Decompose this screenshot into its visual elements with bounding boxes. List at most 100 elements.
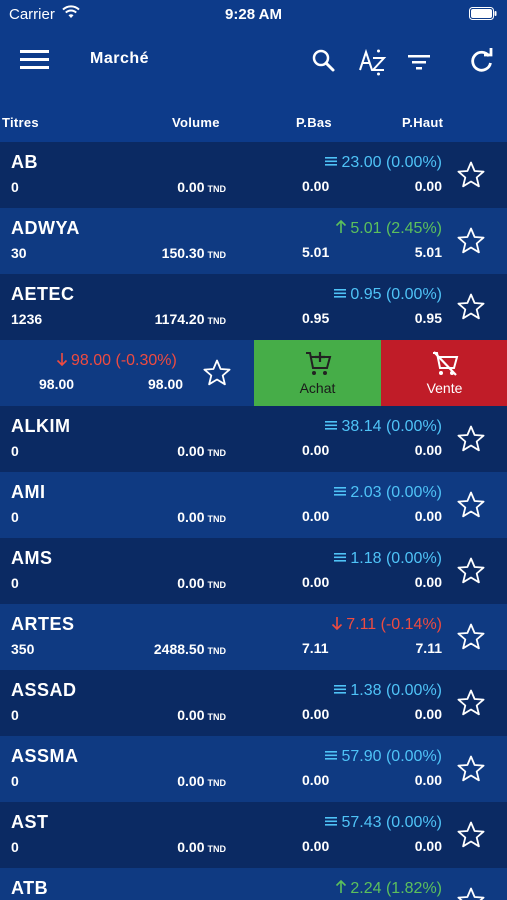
currency-unit: TND bbox=[207, 514, 227, 524]
hamburger-icon[interactable] bbox=[20, 48, 50, 72]
stock-volume: 0.00 TND bbox=[177, 773, 226, 789]
price-change: 2.24 (1.82%) bbox=[350, 880, 442, 897]
stock-row[interactable]: ALKIM 0 0.00 TND 38.14 (0.00%) 0.00 0.00 bbox=[0, 406, 507, 472]
price-high: 98.00 bbox=[148, 376, 184, 392]
stock-row[interactable]: ATB 2.24 (1.82%) bbox=[0, 868, 507, 900]
star-icon[interactable] bbox=[456, 556, 486, 586]
down-arrow-icon bbox=[56, 352, 71, 369]
currency-unit: TND bbox=[207, 646, 227, 656]
stock-row[interactable]: ARTES 350 2488.50 TND 7.11 (-0.14%) 7.11 7.11 bbox=[0, 604, 507, 670]
flat-trend-icon bbox=[333, 550, 350, 567]
volume-value: 1174.20 bbox=[154, 311, 205, 327]
price-low: 7.11 bbox=[302, 640, 329, 656]
price-high: 0.00 bbox=[414, 772, 442, 788]
star-icon[interactable] bbox=[456, 886, 486, 900]
stock-symbol: AMI bbox=[11, 482, 46, 502]
refresh-icon[interactable] bbox=[467, 46, 497, 76]
stock-symbol: AST bbox=[11, 812, 49, 832]
flat-trend-icon bbox=[324, 814, 341, 831]
column-pbas[interactable]: P.Bas bbox=[296, 115, 332, 130]
star-icon[interactable] bbox=[456, 622, 486, 652]
column-titres[interactable]: Titres bbox=[2, 115, 39, 130]
stock-volume: 2488.50 TND bbox=[154, 641, 226, 657]
currency-unit: TND bbox=[207, 712, 227, 722]
volume-value: 0.00 bbox=[177, 839, 205, 855]
stock-row[interactable]: AST 0 0.00 TND 57.43 (0.00%) 0.00 0.00 bbox=[0, 802, 507, 868]
currency-unit: TND bbox=[207, 778, 227, 788]
stock-price: 1.18 (0.00%) bbox=[333, 550, 442, 568]
star-icon[interactable] bbox=[456, 292, 486, 322]
filter-icon[interactable] bbox=[405, 46, 435, 76]
star-icon[interactable] bbox=[202, 358, 232, 388]
stock-quantity: 0 bbox=[11, 443, 19, 459]
stock-row[interactable]: AETEC 1236 1174.20 TND 0.95 (0.00%) 0.95 0.95 bbox=[0, 274, 507, 340]
price-low: 0.00 bbox=[302, 442, 330, 458]
column-phaut[interactable]: P.Haut bbox=[402, 115, 443, 130]
price-low: 98.00 bbox=[39, 376, 75, 392]
flat-trend-icon bbox=[333, 286, 350, 303]
price-low: 5.01 bbox=[302, 244, 330, 260]
stock-quantity: 0 bbox=[11, 839, 19, 855]
stock-row[interactable]: AMI 0 0.00 TND 2.03 (0.00%) 0.00 0.00 bbox=[0, 472, 507, 538]
price-change: 1.38 (0.00%) bbox=[350, 682, 442, 699]
stock-price: 2.03 (0.00%) bbox=[333, 484, 442, 502]
currency-unit: TND bbox=[207, 448, 227, 458]
price-change: 0.95 (0.00%) bbox=[350, 286, 442, 303]
price-low: 0.00 bbox=[302, 838, 330, 854]
stock-row[interactable]: ADWYA 30 150.30 TND 5.01 (2.45%) 5.01 5.01 bbox=[0, 208, 507, 274]
star-icon[interactable] bbox=[456, 820, 486, 850]
stock-row[interactable]: ASSMA 0 0.00 TND 57.90 (0.00%) 0.00 0.00 bbox=[0, 736, 507, 802]
sell-button[interactable]: Vente bbox=[381, 340, 507, 406]
stock-row[interactable]: ASSAD 0 0.00 TND 1.38 (0.00%) 0.00 0.00 bbox=[0, 670, 507, 736]
sort-az-icon[interactable] bbox=[358, 46, 388, 76]
stock-volume: 150.30 TND bbox=[162, 245, 226, 261]
star-icon[interactable] bbox=[456, 688, 486, 718]
sell-label: Vente bbox=[426, 380, 463, 396]
stock-price: 7.11 (-0.14%) bbox=[331, 616, 442, 634]
stock-price: 5.01 (2.45%) bbox=[335, 219, 442, 238]
stock-volume: 1174.20 TND bbox=[155, 311, 226, 327]
price-high: 0.00 bbox=[414, 838, 442, 854]
price-change: 5.01 (2.45%) bbox=[350, 220, 442, 237]
column-volume[interactable]: Volume bbox=[172, 115, 220, 130]
star-icon[interactable] bbox=[456, 754, 486, 784]
stock-volume: 0.00 TND bbox=[177, 509, 226, 525]
flat-trend-icon bbox=[324, 154, 341, 171]
buy-button[interactable]: Achat bbox=[254, 340, 381, 406]
star-icon[interactable] bbox=[456, 226, 486, 256]
price-change: 57.43 (0.00%) bbox=[341, 814, 442, 831]
price-change: 1.18 (0.00%) bbox=[350, 550, 442, 567]
stock-volume: 0.00 TND bbox=[177, 707, 226, 723]
price-high: 0.00 bbox=[414, 706, 442, 722]
flat-trend-icon bbox=[333, 682, 350, 699]
stock-price: 2.24 (1.82%) bbox=[335, 879, 442, 898]
stock-row[interactable]: AMS 0 0.00 TND 1.18 (0.00%) 0.00 0.00 bbox=[0, 538, 507, 604]
stock-list: AB 0 0.00 TND 23.00 (0.00%) 0.00 0.00 ADWYA 30 15… bbox=[0, 142, 507, 900]
search-icon[interactable] bbox=[308, 46, 338, 76]
stock-price: 38.14 (0.00%) bbox=[324, 418, 442, 436]
flat-trend-icon bbox=[324, 748, 341, 765]
price-change: 98.00 (-0.30%) bbox=[71, 352, 177, 369]
status-bar: Carrier 9:28 AM bbox=[0, 0, 507, 28]
volume-value: 0.00 bbox=[177, 443, 205, 459]
down-arrow-icon bbox=[331, 616, 346, 633]
buy-label: Achat bbox=[299, 380, 336, 396]
star-icon[interactable] bbox=[456, 490, 486, 520]
star-icon[interactable] bbox=[456, 160, 486, 190]
currency-unit: TND bbox=[207, 844, 227, 854]
stock-volume: 0.00 TND bbox=[177, 839, 226, 855]
stock-symbol: ASSMA bbox=[11, 746, 79, 766]
stock-symbol: ALKIM bbox=[11, 416, 71, 436]
star-icon[interactable] bbox=[456, 424, 486, 454]
stock-volume: 0.00 TND bbox=[177, 443, 226, 459]
stock-row[interactable]: 98.00 (-0.30%) 98.00 98.00 Achat Vente bbox=[0, 340, 507, 406]
stock-price: 98.00 (-0.30%) bbox=[56, 352, 177, 370]
price-low: 0.00 bbox=[302, 508, 330, 524]
stock-quantity: 0 bbox=[11, 707, 19, 723]
price-change: 57.90 (0.00%) bbox=[341, 748, 442, 765]
stock-price: 1.38 (0.00%) bbox=[333, 682, 442, 700]
volume-value: 2488.50 bbox=[153, 641, 205, 657]
stock-row[interactable]: AB 0 0.00 TND 23.00 (0.00%) 0.00 0.00 bbox=[0, 142, 507, 208]
price-high: 0.00 bbox=[414, 442, 442, 458]
price-high: 0.00 bbox=[414, 574, 442, 590]
